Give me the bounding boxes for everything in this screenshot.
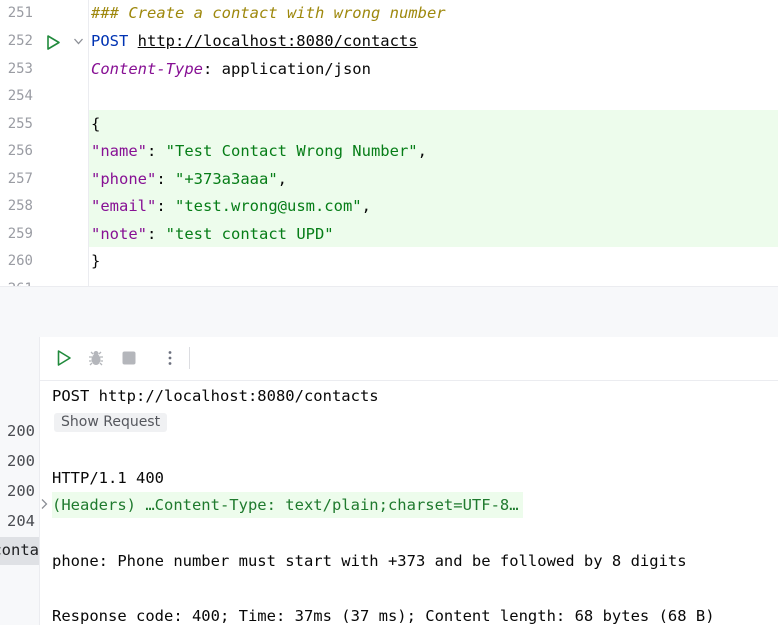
- json-colon: :: [147, 142, 166, 160]
- json-key: "name": [91, 142, 147, 160]
- json-comma: ,: [417, 142, 427, 160]
- expand-headers-icon[interactable]: [40, 498, 48, 510]
- line-number: 258: [7, 198, 33, 214]
- editor-line[interactable]: 253 Content-Type: application/json: [0, 56, 778, 84]
- line-number: 256: [7, 143, 33, 159]
- line-number: 253: [7, 60, 33, 77]
- editor-line[interactable]: 257 "phone": "+373a3aaa",: [0, 166, 778, 194]
- request-title-comment: ### Create a contact with wrong number: [91, 4, 446, 22]
- response-toolbar: [40, 337, 778, 381]
- debug-icon[interactable]: [87, 349, 105, 367]
- json-comma: ,: [361, 197, 371, 215]
- line-number: 260: [7, 253, 33, 269]
- response-status-line: HTTP/1.1 400: [52, 469, 164, 487]
- json-brace: }: [91, 252, 101, 270]
- editor-line[interactable]: 251 ### Create a contact with wrong numb…: [0, 0, 778, 28]
- json-value: "Test Contact Wrong Number": [165, 142, 418, 160]
- header-name: Content-Type: [91, 59, 203, 78]
- http-method: POST: [91, 32, 129, 50]
- editor-line[interactable]: 255 {: [0, 111, 778, 139]
- history-item-status[interactable]: 204: [7, 512, 35, 530]
- json-value: "test contact UPD": [165, 224, 334, 243]
- json-key: "note": [91, 224, 147, 243]
- comment-text: ### Create a contact with wrong number: [91, 0, 446, 28]
- json-property: "email": "test.wrong@usm.com",: [91, 193, 371, 221]
- fold-chevron-icon[interactable]: [73, 37, 84, 46]
- history-item-status[interactable]: 200: [7, 422, 35, 440]
- line-number: 251: [7, 5, 33, 21]
- json-key: "phone": [91, 169, 157, 188]
- request-url[interactable]: http://localhost:8080/contacts: [138, 32, 418, 50]
- json-colon: :: [156, 197, 175, 215]
- editor-line[interactable]: 259 "note": "test contact UPD": [0, 221, 778, 249]
- editor-line[interactable]: 256 "name": "Test Contact Wrong Number",: [0, 138, 778, 166]
- editor-line[interactable]: 254: [0, 83, 778, 111]
- more-vertical-icon[interactable]: [161, 349, 179, 367]
- response-viewer[interactable]: POST http://localhost:8080/contacts Show…: [40, 381, 778, 625]
- history-item-status[interactable]: 200: [7, 452, 35, 470]
- response-headers-collapsed[interactable]: (Headers) …Content-Type: text/plain;char…: [52, 492, 523, 518]
- show-request-button[interactable]: Show Request: [54, 413, 168, 432]
- line-number: 257: [7, 170, 33, 187]
- json-brace: {: [91, 114, 101, 133]
- header-value: application/json: [221, 59, 371, 78]
- header-separator: :: [202, 59, 222, 78]
- json-value: "test.wrong@usm.com": [175, 197, 362, 215]
- json-colon: :: [147, 224, 166, 243]
- history-item-status[interactable]: s: 200: [0, 482, 35, 500]
- line-number: 255: [7, 115, 33, 132]
- editor-line[interactable]: 258 "email": "test.wrong@usm.com",: [0, 193, 778, 221]
- response-body: phone: Phone number must start with +373…: [52, 552, 687, 570]
- http-request-editor[interactable]: 251 ### Create a contact with wrong numb…: [0, 0, 778, 286]
- json-comma: ,: [277, 169, 287, 188]
- editor-line[interactable]: 252 POST http://localhost:8080/contacts: [0, 28, 778, 56]
- json-property: "name": "Test Contact Wrong Number",: [91, 138, 427, 166]
- run-icon[interactable]: [55, 349, 73, 367]
- line-number: 259: [7, 225, 33, 242]
- panel-divider[interactable]: [0, 286, 778, 338]
- json-colon: :: [156, 169, 175, 188]
- response-summary: Response code: 400; Time: 37ms (37 ms); …: [52, 607, 715, 625]
- line-number: 254: [7, 88, 33, 104]
- request-history-list[interactable]: 200 200 s: 200 204 conta: [0, 337, 40, 625]
- history-item-selected[interactable]: conta: [0, 537, 39, 565]
- line-number: 252: [7, 33, 33, 49]
- json-property: "note": "test contact UPD": [91, 221, 334, 249]
- json-property: "phone": "+373a3aaa",: [91, 166, 287, 194]
- editor-line[interactable]: 260 }: [0, 248, 778, 276]
- stop-icon[interactable]: [120, 349, 138, 367]
- response-request-line: POST http://localhost:8080/contacts: [52, 387, 379, 405]
- json-key: "email": [91, 197, 157, 215]
- run-request-icon[interactable]: [45, 34, 62, 51]
- history-item-label: conta: [0, 541, 39, 559]
- json-value: "+373a3aaa": [175, 169, 278, 188]
- request-line: POST http://localhost:8080/contacts: [91, 28, 418, 56]
- toolbar-separator: [189, 347, 190, 369]
- header-line: Content-Type: application/json: [91, 56, 371, 84]
